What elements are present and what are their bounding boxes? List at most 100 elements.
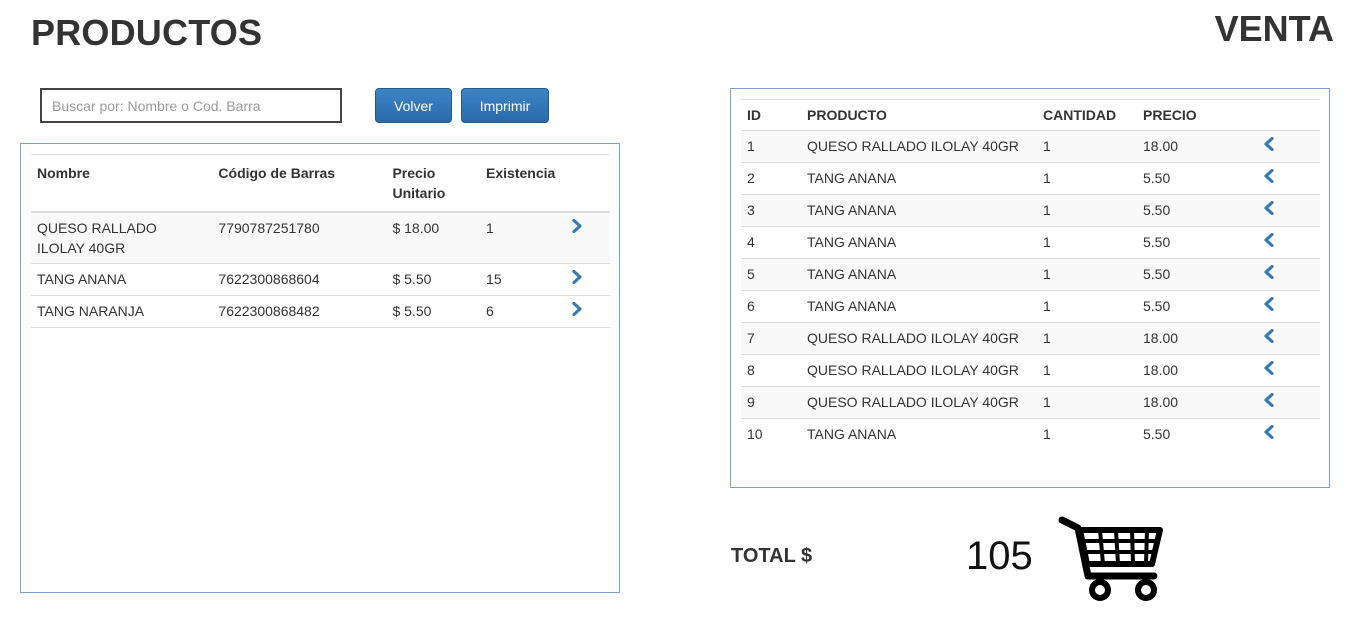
chevron-left-icon[interactable] xyxy=(1263,328,1275,349)
imprimir-button[interactable]: Imprimir xyxy=(461,88,549,123)
cell-remove xyxy=(1257,419,1320,451)
cell-remove xyxy=(1257,227,1320,259)
chevron-left-icon[interactable] xyxy=(1263,168,1275,189)
cell-cantidad: 1 xyxy=(1043,298,1051,314)
col-header-nombre[interactable]: Nombre xyxy=(31,155,212,213)
chevron-left-icon[interactable] xyxy=(1263,264,1275,285)
cell-precio: 18.00 xyxy=(1143,362,1179,378)
search-input[interactable] xyxy=(40,88,342,123)
cell-id: 9 xyxy=(747,394,755,410)
table-row: 4 TANG ANANA 1 5.50 xyxy=(741,227,1320,259)
col-header-producto: PRODUCTO xyxy=(807,107,887,123)
volver-button[interactable]: Volver xyxy=(375,88,452,123)
col-header-precio-venta: PRECIO xyxy=(1143,107,1197,123)
cell-remove xyxy=(1257,163,1320,195)
venta-title: VENTA xyxy=(1214,8,1334,49)
cell-producto: QUESO RALLADO ILOLAY 40GR xyxy=(807,330,1019,346)
cell-id: 4 xyxy=(747,234,755,250)
cell-existencia: 15 xyxy=(486,271,502,287)
col-header-cantidad: CANTIDAD xyxy=(1043,107,1117,123)
cell-existencia: 1 xyxy=(486,220,494,236)
cell-producto: TANG ANANA xyxy=(807,298,897,314)
cell-nombre: TANG NARANJA xyxy=(37,303,145,319)
cell-producto: QUESO RALLADO ILOLAY 40GR xyxy=(807,394,1019,410)
chevron-left-icon[interactable] xyxy=(1263,392,1275,413)
cell-cantidad: 1 xyxy=(1043,170,1051,186)
cell-precio: 5.50 xyxy=(1143,170,1171,186)
table-row: 2 TANG ANANA 1 5.50 xyxy=(741,163,1320,195)
chevron-right-icon[interactable] xyxy=(571,218,583,239)
col-header-remove xyxy=(1257,100,1320,131)
cell-id: 8 xyxy=(747,362,755,378)
cell-producto: TANG ANANA xyxy=(807,426,897,442)
col-header-action xyxy=(561,155,610,213)
cell-id: 7 xyxy=(747,330,755,346)
cell-producto: QUESO RALLADO ILOLAY 40GR xyxy=(807,138,1019,154)
cell-id: 6 xyxy=(747,298,755,314)
cell-nombre: QUESO RALLADO ILOLAY 40GR xyxy=(37,220,157,256)
productos-table: Nombre Código de Barras Precio Unitario … xyxy=(31,154,610,328)
cell-precio: 18.00 xyxy=(1143,394,1179,410)
cell-precio: $ 5.50 xyxy=(392,303,432,319)
cell-remove xyxy=(1257,355,1320,387)
col-header-id: ID xyxy=(747,107,761,123)
cell-existencia: 6 xyxy=(486,303,494,319)
chevron-left-icon[interactable] xyxy=(1263,360,1275,381)
table-row: 1 QUESO RALLADO ILOLAY 40GR 1 18.00 xyxy=(741,130,1320,163)
cell-codigo: 7622300868604 xyxy=(218,271,320,287)
cell-cantidad: 1 xyxy=(1043,362,1051,378)
total-value: 105 xyxy=(966,534,1033,578)
cell-id: 5 xyxy=(747,266,755,282)
cell-cantidad: 1 xyxy=(1043,266,1051,282)
col-header-existencia[interactable]: Existencia xyxy=(480,155,561,213)
table-row: 3 TANG ANANA 1 5.50 xyxy=(741,194,1320,227)
cell-remove xyxy=(1257,259,1320,291)
chevron-left-icon[interactable] xyxy=(1263,136,1275,157)
table-row: 6 TANG ANANA 1 5.50 xyxy=(741,291,1320,323)
chevron-right-icon[interactable] xyxy=(571,301,583,322)
col-header-precio[interactable]: Precio Unitario xyxy=(386,155,480,213)
cell-id: 10 xyxy=(747,426,763,442)
cell-id: 1 xyxy=(747,138,755,154)
productos-title: PRODUCTOS xyxy=(31,12,263,53)
table-row: 9 QUESO RALLADO ILOLAY 40GR 1 18.00 xyxy=(741,386,1320,419)
venta-header-row: ID PRODUCTO CANTIDAD PRECIO xyxy=(741,99,1320,131)
chevron-left-icon[interactable] xyxy=(1263,200,1275,221)
cell-producto: TANG ANANA xyxy=(807,202,897,218)
cell-precio: 18.00 xyxy=(1143,138,1179,154)
chevron-left-icon[interactable] xyxy=(1263,424,1275,445)
table-row: 8 QUESO RALLADO ILOLAY 40GR 1 18.00 xyxy=(741,355,1320,387)
cell-action xyxy=(561,212,610,264)
chevron-left-icon[interactable] xyxy=(1263,296,1275,317)
chevron-right-icon[interactable] xyxy=(571,269,583,290)
cell-precio: $ 5.50 xyxy=(392,271,432,287)
cell-precio: 5.50 xyxy=(1143,298,1171,314)
cell-cantidad: 1 xyxy=(1043,138,1051,154)
cell-action xyxy=(561,264,610,296)
cell-remove xyxy=(1257,291,1320,323)
table-row: TANG NARANJA 7622300868482 $ 5.50 6 xyxy=(31,295,610,328)
cell-remove xyxy=(1257,323,1320,355)
venta-table: ID PRODUCTO CANTIDAD PRECIO 1 QUESO RALLA… xyxy=(741,99,1320,450)
cell-producto: TANG ANANA xyxy=(807,234,897,250)
table-row: 5 TANG ANANA 1 5.50 xyxy=(741,258,1320,291)
cell-remove xyxy=(1257,387,1320,419)
cell-id: 3 xyxy=(747,202,755,218)
cell-precio: 5.50 xyxy=(1143,202,1171,218)
cell-codigo: 7790787251780 xyxy=(218,220,320,236)
cell-cantidad: 1 xyxy=(1043,394,1051,410)
cell-producto: QUESO RALLADO ILOLAY 40GR xyxy=(807,362,1019,378)
cell-precio: 18.00 xyxy=(1143,330,1179,346)
cell-cantidad: 1 xyxy=(1043,330,1051,346)
cell-precio: 5.50 xyxy=(1143,426,1171,442)
table-row: QUESO RALLADO ILOLAY 40GR 7790787251780 $ … xyxy=(31,212,610,264)
cell-precio: 5.50 xyxy=(1143,234,1171,250)
table-row: 10 TANG ANANA 1 5.50 xyxy=(741,419,1320,451)
chevron-left-icon[interactable] xyxy=(1263,232,1275,253)
cell-cantidad: 1 xyxy=(1043,234,1051,250)
cell-cantidad: 1 xyxy=(1043,202,1051,218)
shopping-cart-icon[interactable] xyxy=(1058,514,1166,602)
cell-action xyxy=(561,296,610,328)
cell-cantidad: 1 xyxy=(1043,426,1051,442)
col-header-codigo[interactable]: Código de Barras xyxy=(212,155,386,213)
